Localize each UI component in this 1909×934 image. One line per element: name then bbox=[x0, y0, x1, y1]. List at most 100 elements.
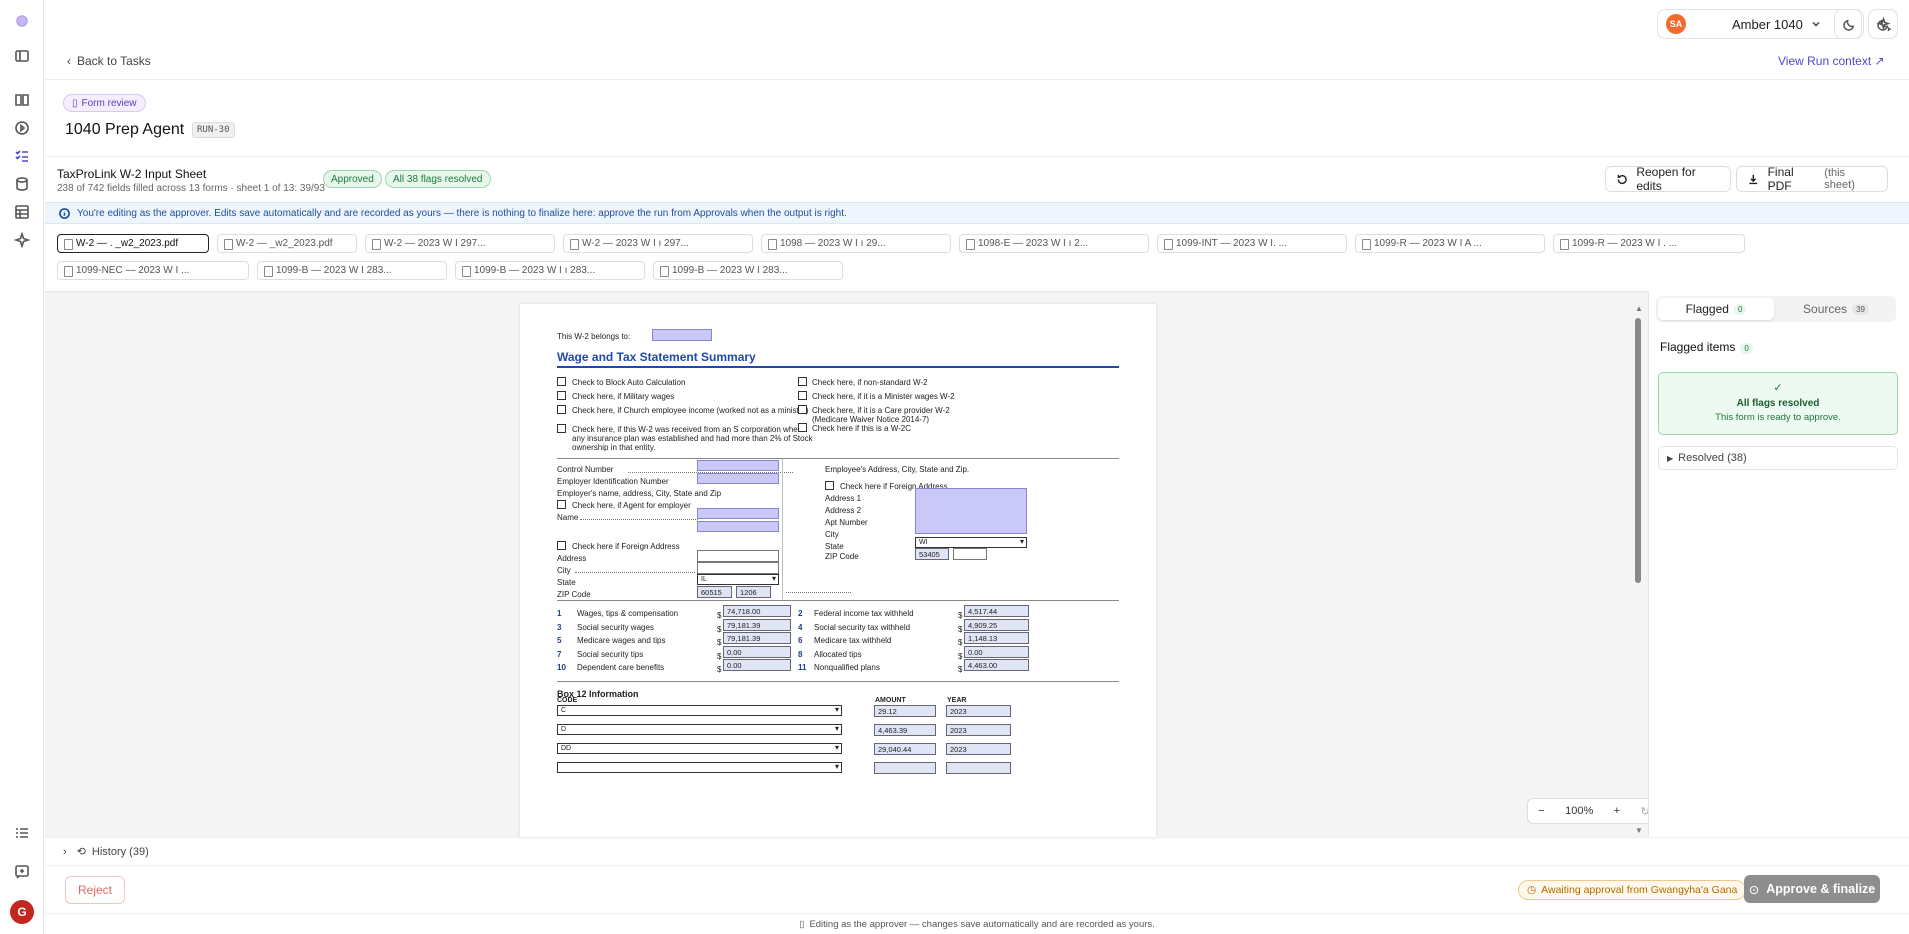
back-to-tasks-link[interactable]: ‹ Back to Tasks bbox=[67, 54, 151, 68]
box12-code-select[interactable]: DD bbox=[557, 743, 842, 754]
zoom-in-button[interactable]: + bbox=[1614, 805, 1620, 817]
tab-document-7[interactable]: 1099-INT — 2023 W I. ... bbox=[1157, 234, 1347, 253]
ein-field[interactable] bbox=[697, 473, 779, 484]
minister-checkbox[interactable] bbox=[798, 391, 807, 400]
employer-address2-field[interactable] bbox=[697, 562, 779, 574]
box-value[interactable]: 4,463.00 bbox=[964, 659, 1029, 671]
sparkles-icon[interactable] bbox=[12, 230, 32, 250]
employee-address-field[interactable] bbox=[915, 488, 1027, 534]
table-icon[interactable] bbox=[12, 202, 32, 222]
box12-amount-field[interactable]: 4,463.39 bbox=[874, 724, 936, 736]
state-label: State bbox=[825, 542, 844, 551]
block-auto-calc-checkbox[interactable] bbox=[557, 377, 566, 386]
box12-year-field[interactable]: 2023 bbox=[946, 705, 1011, 717]
box12-year-field[interactable]: 2023 bbox=[946, 724, 1011, 736]
document-icon: ▯ bbox=[72, 97, 78, 109]
city-label: City bbox=[825, 530, 839, 539]
box12-code-select[interactable] bbox=[557, 762, 842, 773]
employer-name-field[interactable] bbox=[697, 508, 779, 519]
box-value[interactable]: 74,718.00 bbox=[723, 605, 791, 617]
box-value[interactable]: 79,181.39 bbox=[723, 632, 791, 644]
app-logo-icon[interactable] bbox=[12, 11, 32, 31]
tab-document-13[interactable]: 1099-B — 2023 W I 283... bbox=[653, 261, 843, 280]
tab-document-1[interactable]: W-2 — . _w2_2023.pdf bbox=[57, 234, 209, 253]
tab-document-4[interactable]: W-2 — 2023 W I ı 297... bbox=[563, 234, 753, 253]
box12-year-field[interactable]: 2023 bbox=[946, 743, 1011, 755]
employer-zip4-field[interactable]: 1206 bbox=[736, 586, 771, 598]
box12-amount-field[interactable]: 29.12 bbox=[874, 705, 936, 717]
database-icon[interactable] bbox=[12, 174, 32, 194]
tab-document-10[interactable]: 1099-NEC — 2023 W I ... bbox=[57, 261, 249, 280]
tab-document-9[interactable]: 1099-R — 2023 W I . ... bbox=[1553, 234, 1745, 253]
history-toggle[interactable]: › ⟲ History (39) bbox=[45, 837, 1909, 865]
tab-document-11[interactable]: 1099-B — 2023 W I 283... bbox=[257, 261, 447, 280]
tasks-icon[interactable] bbox=[12, 146, 32, 166]
tab-sources[interactable]: Sources 39 bbox=[1778, 298, 1894, 320]
box-number: 8 bbox=[798, 650, 803, 659]
employer-zip-field[interactable]: 60515 bbox=[697, 586, 732, 598]
employer-name2-field[interactable] bbox=[697, 521, 779, 532]
approve-finalize-button[interactable]: ⊙ Approve & finalize bbox=[1744, 875, 1880, 903]
employer-state-select[interactable]: IL bbox=[697, 574, 779, 585]
employee-zip-field[interactable]: 53405 bbox=[915, 548, 949, 560]
belongs-field[interactable] bbox=[652, 329, 712, 341]
box-value[interactable]: 0.00 bbox=[723, 646, 791, 658]
control-number-field[interactable] bbox=[697, 460, 779, 471]
book-icon[interactable] bbox=[12, 90, 32, 110]
military-wages-checkbox[interactable] bbox=[557, 391, 566, 400]
tab-document-8[interactable]: 1099-R — 2023 W I A ... bbox=[1355, 234, 1545, 253]
chevron-right-icon: › bbox=[63, 845, 67, 858]
check-label: (Medicare Waiver Notice 2014-7) bbox=[812, 415, 930, 424]
box12-amount-field[interactable]: 29,040.44 bbox=[874, 743, 936, 755]
tab-document-3[interactable]: W-2 — 2023 W I 297... bbox=[365, 234, 555, 253]
scrollbar-thumb[interactable] bbox=[1635, 318, 1641, 583]
scroll-up-icon[interactable]: ▲ bbox=[1635, 304, 1643, 313]
box12-code-select[interactable]: C bbox=[557, 705, 842, 716]
user-menu[interactable]: SA Amber 1040 bbox=[1657, 9, 1862, 39]
tab-document-12[interactable]: 1099-B — 2023 W I ı 283... bbox=[455, 261, 645, 280]
list-icon[interactable] bbox=[12, 823, 32, 843]
employee-state-select[interactable]: WI bbox=[915, 537, 1027, 548]
reopen-button[interactable]: Reopen for edits bbox=[1605, 165, 1731, 193]
s-corp-checkbox[interactable] bbox=[557, 424, 566, 433]
feedback-icon[interactable] bbox=[12, 862, 32, 882]
assistant-button[interactable] bbox=[1868, 9, 1898, 39]
theme-toggle-button[interactable] bbox=[1834, 9, 1864, 39]
box12-amount-field[interactable] bbox=[874, 762, 936, 774]
rail-user-avatar[interactable]: G bbox=[10, 900, 34, 924]
box12-year-field[interactable] bbox=[946, 762, 1011, 774]
box-value[interactable]: 4,909.25 bbox=[964, 619, 1029, 631]
foreign-address-checkbox[interactable] bbox=[557, 541, 566, 550]
check-label: Check here, if it is a Care provider W-2 bbox=[812, 406, 950, 415]
box12-code-select[interactable]: D bbox=[557, 724, 842, 735]
employee-foreign-checkbox[interactable] bbox=[825, 481, 834, 490]
scroll-down-icon[interactable]: ▼ bbox=[1635, 826, 1643, 835]
care-provider-checkbox[interactable] bbox=[798, 405, 807, 414]
tab-flagged[interactable]: Flagged 0 bbox=[1658, 298, 1774, 320]
employee-zip4-field[interactable] bbox=[953, 548, 987, 560]
play-icon[interactable] bbox=[12, 118, 32, 138]
resolved-toggle[interactable]: ▶ Resolved (38) bbox=[1658, 446, 1898, 470]
tab-document-2[interactable]: W-2 — _w2_2023.pdf bbox=[217, 234, 357, 253]
top-bar: SA Amber 1040 ‹ Back to Tasks View Run co… bbox=[45, 0, 1909, 80]
church-income-checkbox[interactable] bbox=[557, 405, 566, 414]
agent-checkbox[interactable] bbox=[557, 500, 566, 509]
sheet-title: TaxProLink W-2 Input Sheet bbox=[57, 167, 207, 181]
sidebar-toggle-icon[interactable] bbox=[12, 46, 32, 66]
w2c-checkbox[interactable] bbox=[798, 423, 807, 432]
reject-button[interactable]: Reject bbox=[65, 876, 125, 904]
view-run-context-link[interactable]: View Run context ↗ bbox=[1778, 54, 1885, 68]
tab-document-6[interactable]: 1098-E — 2023 W I ı 2... bbox=[959, 234, 1149, 253]
box-value[interactable]: 0.00 bbox=[723, 659, 791, 671]
check-label: Check here, if this W-2 was received fro… bbox=[572, 425, 805, 434]
non-standard-checkbox[interactable] bbox=[798, 377, 807, 386]
box-value[interactable]: 1,148.13 bbox=[964, 632, 1029, 644]
box-value[interactable]: 4,517.44 bbox=[964, 605, 1029, 617]
box-value[interactable]: 0.00 bbox=[964, 646, 1029, 658]
box-value[interactable]: 79,181.39 bbox=[723, 619, 791, 631]
zoom-out-button[interactable]: − bbox=[1538, 805, 1544, 817]
employer-address-field[interactable] bbox=[697, 550, 779, 562]
tab-document-5[interactable]: 1098 — 2023 W I ı 29... bbox=[761, 234, 951, 253]
viewer-scrollbar[interactable]: ▲ ▼ bbox=[1633, 304, 1643, 838]
final-pdf-button[interactable]: Final PDF (this sheet) bbox=[1736, 165, 1888, 193]
